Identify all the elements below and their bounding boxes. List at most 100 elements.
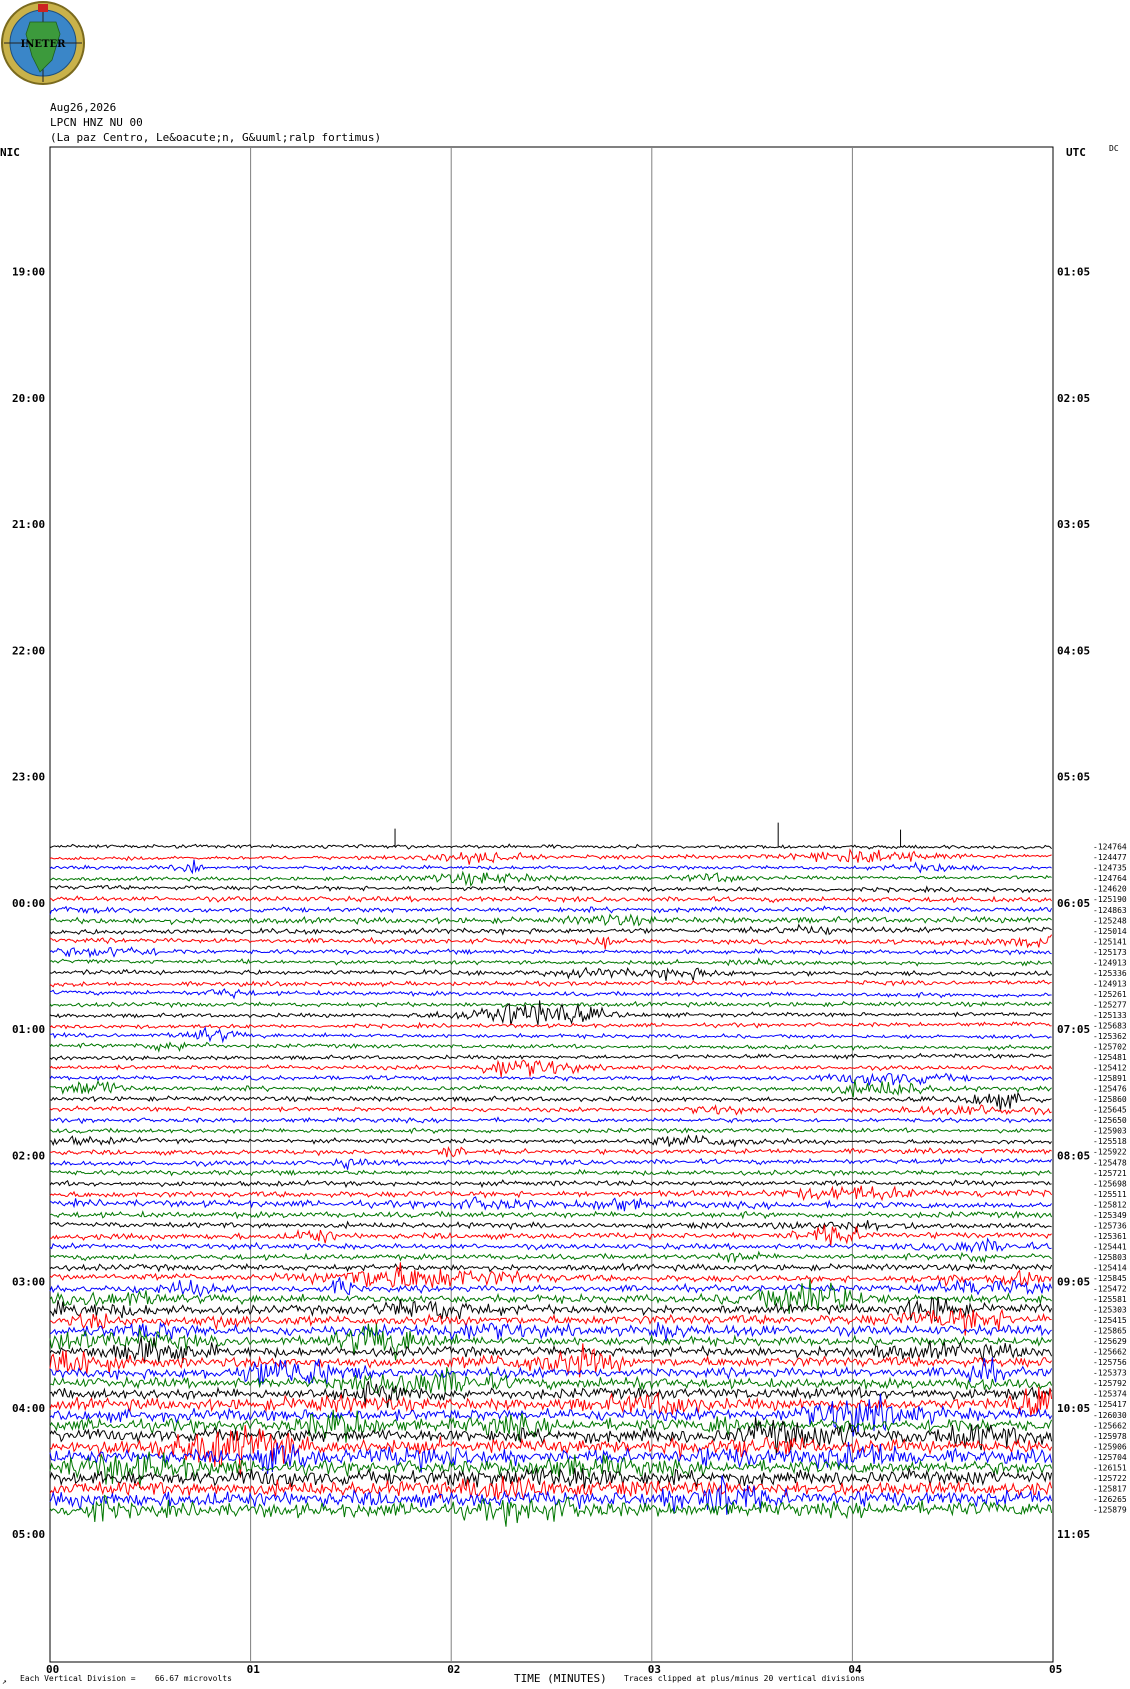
- logo-text: INETER: [21, 39, 67, 50]
- seismic-trace: [49, 966, 1052, 981]
- seismic-trace: [49, 859, 1052, 875]
- offset-label: -125441: [1093, 1242, 1127, 1251]
- hour-label-local: 02:00: [12, 1149, 45, 1162]
- offset-label: -125891: [1093, 1074, 1127, 1083]
- seismic-trace: [49, 1134, 1052, 1148]
- x-tick-label: 01: [247, 1663, 261, 1676]
- offset-label: -124764: [1093, 843, 1127, 852]
- offset-label: -125261: [1093, 990, 1127, 999]
- offset-label: -125476: [1093, 1085, 1127, 1094]
- offset-label: -125860: [1093, 1095, 1127, 1104]
- offset-label: -125133: [1093, 1011, 1127, 1020]
- offset-label: -125303: [1093, 1306, 1127, 1315]
- offset-label: -125721: [1093, 1169, 1127, 1178]
- offset-label: -125756: [1093, 1358, 1127, 1367]
- offset-label: -125978: [1093, 1432, 1127, 1441]
- offset-label: -125478: [1093, 1158, 1127, 1167]
- seismic-trace: [49, 1041, 1052, 1053]
- offset-label: -125662: [1093, 1421, 1127, 1430]
- offset-label: -125629: [1093, 1337, 1127, 1346]
- offset-label: -125792: [1093, 1379, 1127, 1388]
- seismic-trace: [49, 1179, 1052, 1189]
- offset-label: -125817: [1093, 1484, 1127, 1493]
- hour-label-local: 20:00: [12, 392, 45, 405]
- offset-label: -125141: [1093, 937, 1127, 946]
- seismic-trace: [49, 923, 1052, 936]
- x-axis-label: TIME (MINUTES): [514, 1672, 607, 1685]
- hour-label-utc: 11:05: [1057, 1528, 1090, 1541]
- seismic-trace: [49, 1409, 1053, 1443]
- seismic-trace: [49, 1072, 1052, 1086]
- hour-label-local: 04:00: [12, 1402, 45, 1415]
- offset-label: -124477: [1093, 853, 1127, 862]
- offset-label: -126030: [1093, 1411, 1127, 1420]
- hour-label-utc: 08:05: [1057, 1149, 1090, 1162]
- offset-label: -125417: [1093, 1400, 1127, 1409]
- seismic-trace: [49, 988, 1052, 1000]
- offset-label: -125704: [1093, 1453, 1127, 1462]
- seismic-trace: [49, 895, 1052, 904]
- seismic-trace: [49, 1000, 1052, 1009]
- hour-label-utc: 05:05: [1057, 771, 1090, 784]
- seismic-trace: [49, 1026, 1052, 1044]
- seismic-trace: [49, 979, 1052, 988]
- offset-label: -125277: [1093, 1000, 1127, 1009]
- hour-label-utc: 10:05: [1057, 1402, 1090, 1415]
- offset-label: -124913: [1093, 979, 1127, 988]
- clip-note: Traces clipped at plus/minus 20 vertical…: [624, 1674, 865, 1683]
- seismic-trace: [49, 1145, 1052, 1158]
- offset-label: -125845: [1093, 1274, 1127, 1283]
- offset-label: -125906: [1093, 1442, 1127, 1451]
- offset-label: -125879: [1093, 1505, 1127, 1514]
- offset-label: -125702: [1093, 1043, 1127, 1052]
- offset-label: -125415: [1093, 1316, 1127, 1325]
- hour-label-local: 03:00: [12, 1276, 45, 1289]
- offset-label: -125803: [1093, 1253, 1127, 1262]
- hour-label-utc: 07:05: [1057, 1023, 1090, 1036]
- offset-label: -125722: [1093, 1474, 1127, 1483]
- offset-label: -125662: [1093, 1348, 1127, 1357]
- hour-label-utc: 06:05: [1057, 897, 1090, 910]
- offset-label: -125903: [1093, 1127, 1127, 1136]
- seismic-trace: [49, 1168, 1052, 1177]
- seismic-trace: [49, 1336, 1053, 1364]
- location-label: (La paz Centro, Le&oacute;n, G&uuml;ralp…: [50, 131, 381, 144]
- offset-label: -125190: [1093, 895, 1127, 904]
- seismic-trace: [49, 934, 1053, 950]
- seismic-trace: [49, 1210, 1053, 1220]
- hour-label-utc: 01:05: [1057, 266, 1090, 279]
- offset-label: -125472: [1093, 1285, 1127, 1294]
- offset-label: -125361: [1093, 1232, 1127, 1241]
- seismic-trace: [49, 1052, 1052, 1061]
- seismic-trace: [49, 1425, 1053, 1478]
- hour-label-local: 00:00: [12, 897, 45, 910]
- offset-label: -125373: [1093, 1369, 1127, 1378]
- seismic-trace: [49, 905, 1053, 915]
- seismic-trace: [49, 1237, 1052, 1254]
- seismic-trace: [49, 1250, 1052, 1264]
- offset-label: -125248: [1093, 916, 1127, 925]
- offset-label: -124863: [1093, 906, 1127, 915]
- date-label: Aug26,2026: [50, 101, 116, 114]
- hour-label-utc: 03:05: [1057, 518, 1090, 531]
- station-label: LPCN HNZ NU 00: [50, 116, 143, 129]
- offset-label: -125414: [1093, 1263, 1127, 1272]
- offset-label: -125173: [1093, 948, 1127, 957]
- seismic-trace: [49, 1185, 1053, 1202]
- seismic-trace: [49, 1386, 1053, 1417]
- hour-label-local: 05:00: [12, 1528, 45, 1541]
- seismic-trace: [49, 870, 1052, 887]
- seismic-trace: [49, 1196, 1052, 1212]
- hour-label-local: 21:00: [12, 518, 45, 531]
- offset-label: -125581: [1093, 1295, 1127, 1304]
- offset-label: -125736: [1093, 1221, 1127, 1230]
- hour-label-utc: 09:05: [1057, 1276, 1090, 1289]
- offset-label: -125683: [1093, 1021, 1127, 1030]
- seismic-trace: [50, 1224, 1052, 1246]
- seismic-trace: [49, 1262, 1053, 1273]
- offset-label: -125336: [1093, 969, 1127, 978]
- seismic-trace: [49, 884, 1052, 894]
- offset-label: -125650: [1093, 1116, 1127, 1125]
- offset-label: -124913: [1093, 958, 1127, 967]
- helicorder-chart: INETER Aug26,2026 LPCN HNZ NU 00 (La paz…: [0, 1, 1127, 1686]
